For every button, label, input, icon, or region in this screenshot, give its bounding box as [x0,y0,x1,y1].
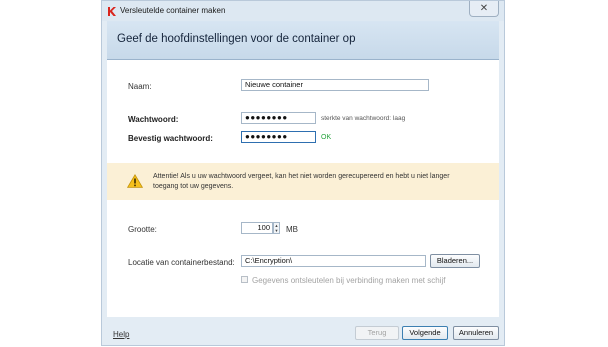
password-input[interactable]: ●●●●●●●● [241,112,316,124]
close-icon[interactable]: ✕ [480,3,488,14]
close-button[interactable]: ✕ [469,1,499,17]
page-title: Geef de hoofdinstellingen voor de contai… [117,33,356,45]
stepper-down-icon[interactable]: ▼ [274,228,279,233]
location-label: Locatie van containerbestand: [128,258,235,267]
window-title: Versleutelde container maken [120,6,226,15]
warning-text: Attentie! Als u uw wachtwoord vergeet, k… [153,173,450,190]
cancel-button[interactable]: Annuleren [453,326,499,340]
location-input[interactable]: C:\Encryption\ [241,255,426,267]
confirm-status: OK [321,134,332,141]
kaspersky-logo-icon [108,7,116,16]
password-strength-text: sterkte van wachtwoord: laag [321,115,406,122]
confirm-password-label: Bevestig wachtwoord: [128,134,213,143]
size-label: Grootte: [128,225,157,234]
name-input[interactable]: Nieuwe container [241,79,429,91]
confirm-password-input[interactable]: ●●●●●●●● [241,131,316,143]
content-panel: Naam: Nieuwe container Wachtwoord: ●●●●●… [107,60,499,317]
browse-button[interactable]: Bladeren... [430,254,480,268]
size-input[interactable]: 100 [241,222,273,234]
size-unit: MB [286,225,298,234]
header-band: Geef de hoofdinstellingen voor de contai… [107,21,499,60]
footer-bar: Help Terug Volgende Annuleren [102,317,504,345]
warning-banner: Attentie! Als u uw wachtwoord vergeet, k… [107,163,499,200]
disconnect-checkbox-label[interactable]: Gegevens ontsleutelen bij verbinding mak… [252,276,445,285]
next-button[interactable]: Volgende [402,326,448,340]
warning-triangle-icon [127,174,143,188]
password-label: Wachtwoord: [128,115,179,124]
size-stepper[interactable]: ▲ ▼ [273,222,280,234]
back-button[interactable]: Terug [355,326,399,340]
title-bar: Versleutelde container maken ✕ [102,1,504,21]
disconnect-checkbox[interactable] [241,276,248,283]
help-link[interactable]: Help [113,330,129,339]
dialog-window: Versleutelde container maken ✕ Geef de h… [101,0,505,346]
name-label: Naam: [128,82,152,91]
